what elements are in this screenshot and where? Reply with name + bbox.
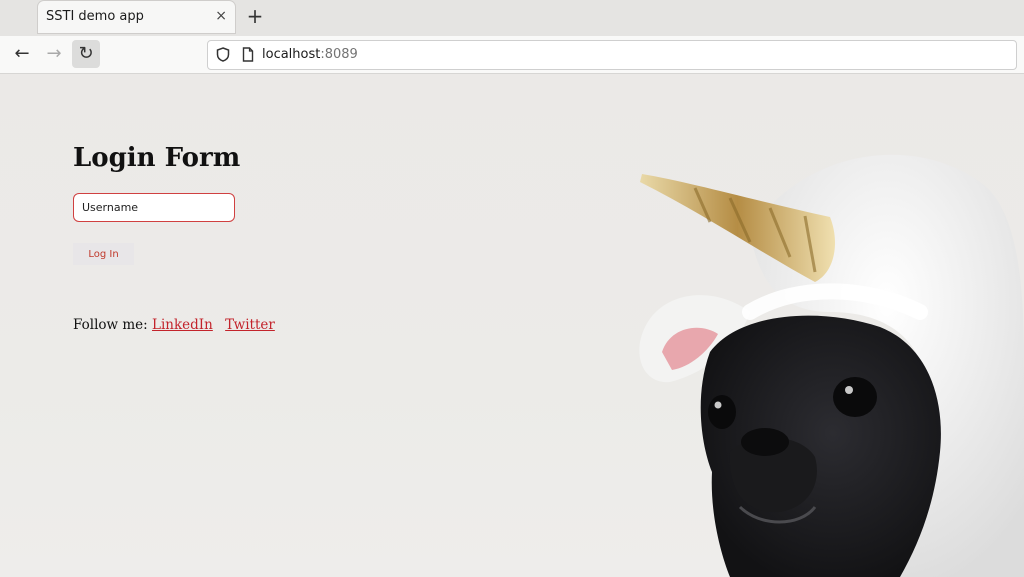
url-host: localhost (262, 47, 321, 62)
tab-strip: SSTI demo app × + (0, 0, 1024, 36)
twitter-link[interactable]: Twitter (225, 317, 275, 333)
url-text[interactable]: localhost:8089 (262, 47, 358, 62)
page-content: Login Form Log In Follow me: LinkedIn Tw… (0, 74, 1024, 577)
login-button[interactable]: Log In (73, 243, 134, 265)
close-tab-icon[interactable]: × (215, 8, 227, 24)
follow-label: Follow me: (73, 317, 148, 333)
page-icon (242, 47, 254, 62)
username-input[interactable] (73, 193, 235, 222)
url-port: :8089 (320, 47, 358, 62)
shield-icon[interactable] (216, 47, 230, 62)
new-tab-button[interactable]: + (244, 5, 266, 29)
navigation-bar: ← → ↻ localhost:8089 (0, 36, 1024, 74)
linkedin-link[interactable]: LinkedIn (152, 317, 213, 333)
forward-button[interactable]: → (40, 40, 68, 68)
follow-me-line: Follow me: LinkedIn Twitter (73, 317, 275, 333)
page-title: Login Form (73, 143, 241, 173)
tab-title: SSTI demo app (46, 9, 144, 24)
tab-ssti-demo-app[interactable]: SSTI demo app × (38, 1, 235, 33)
reload-button[interactable]: ↻ (72, 40, 100, 68)
address-bar[interactable]: localhost:8089 (207, 40, 1017, 70)
back-button[interactable]: ← (8, 40, 36, 68)
pug-unicorn-image (639, 154, 1024, 577)
